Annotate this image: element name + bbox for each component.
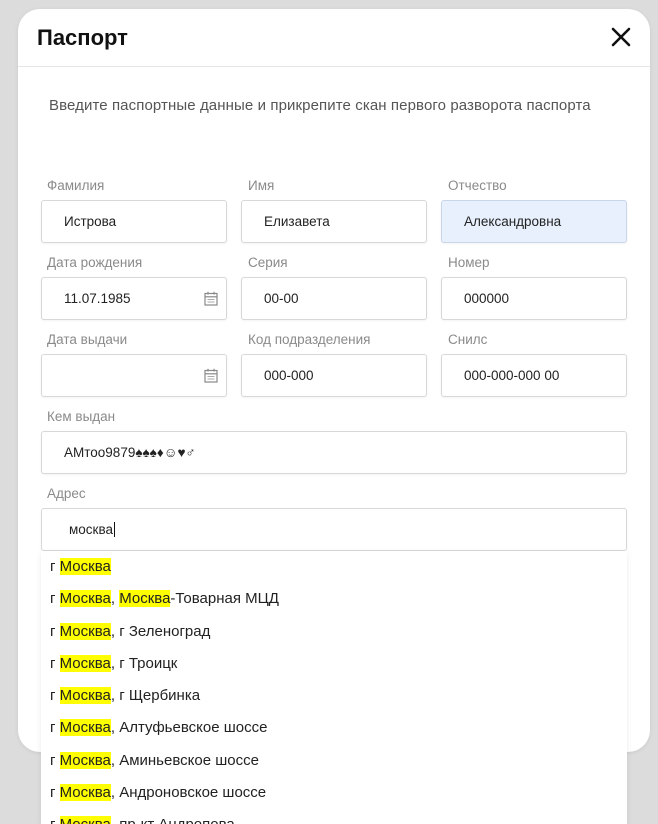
calendar-icon[interactable] — [204, 368, 218, 383]
snils-label: Снилс — [448, 332, 488, 347]
suggestion-item[interactable]: г Москва, Москва-Товарная МЦД — [41, 583, 627, 615]
suggestion-text: , — [110, 590, 120, 608]
suggestion-match: Москва — [59, 719, 111, 737]
suggestion-prefix: г — [50, 590, 60, 608]
suggestion-text: , пр-кт Андропова — [111, 816, 235, 824]
division-code-input[interactable]: 000-000 — [241, 354, 427, 397]
suggestion-item[interactable]: г Москва, Алтуфьевское шоссе — [41, 712, 627, 744]
suggestion-match: Москва — [59, 622, 111, 640]
birth-date-label: Дата рождения — [47, 255, 143, 270]
suggestion-item[interactable]: г Москва, Андроновское шоссе — [41, 777, 627, 809]
series-input[interactable]: 00-00 — [241, 277, 427, 320]
issued-by-input[interactable]: АМтоо9879♠♠♠♦☺♥♂ — [41, 431, 627, 474]
suggestion-match: Москва — [59, 558, 111, 575]
suggestion-match: Москва — [59, 816, 111, 824]
text-cursor — [113, 522, 115, 537]
number-input[interactable]: 000000 — [441, 277, 627, 320]
suggestion-text: , Алтуфьевское шоссе — [110, 719, 268, 737]
suggestion-text: , г Зеленоград — [110, 622, 211, 640]
address-value: москва — [69, 522, 113, 537]
snils-value: 000-000-000 00 — [464, 368, 560, 383]
surname-value: Истрова — [64, 214, 117, 229]
suggestion-item[interactable]: г Москва, г Зеленоград — [41, 616, 627, 648]
birth-date-input[interactable]: 11.07.1985 — [41, 277, 227, 320]
suggestion-match: Москва — [59, 784, 111, 802]
suggestion-match: Москва — [59, 654, 111, 672]
issue-date-input[interactable] — [41, 354, 227, 397]
suggestion-item[interactable]: г Москва, пр-кт Андропова — [41, 809, 627, 824]
snils-input[interactable]: 000-000-000 00 — [441, 354, 627, 397]
suggestion-item[interactable]: г Москва — [41, 551, 627, 583]
patronymic-input[interactable]: Александровна — [441, 200, 627, 243]
suggestion-prefix: г — [50, 654, 60, 672]
suggestion-prefix: г — [50, 687, 60, 705]
modal-subtitle: Введите паспортные данные и прикрепите с… — [49, 97, 591, 114]
issue-date-label: Дата выдачи — [47, 332, 128, 347]
suggestion-item[interactable]: г Москва, г Щербинка — [41, 680, 627, 712]
patronymic-label: Отчество — [448, 178, 507, 193]
suggestion-prefix: г — [50, 784, 60, 802]
name-value: Елизавета — [264, 214, 330, 229]
suggestion-match: Москва — [59, 590, 111, 608]
suggestion-prefix: г — [50, 816, 60, 824]
modal-header: Паспорт — [18, 9, 650, 67]
suggestion-text: , г Щербинка — [110, 687, 201, 705]
issued-by-label: Кем выдан — [47, 409, 116, 424]
surname-label: Фамилия — [47, 178, 105, 193]
name-label: Имя — [248, 178, 275, 193]
close-icon — [611, 27, 631, 47]
suggestion-prefix: г — [50, 558, 60, 575]
number-value: 000000 — [464, 291, 510, 306]
suggestion-prefix: г — [50, 719, 60, 737]
name-input[interactable]: Елизавета — [241, 200, 427, 243]
patronymic-value: Александровна — [464, 214, 562, 229]
suggestion-text: , Аминьевское шоссе — [110, 751, 259, 769]
suggestion-text: -Товарная МЦД — [170, 590, 279, 608]
suggestion-item[interactable]: г Москва, г Троицк — [41, 648, 627, 680]
surname-input[interactable]: Истрова — [41, 200, 227, 243]
address-label: Адрес — [47, 486, 86, 501]
suggestion-text: , г Троицк — [110, 654, 178, 672]
division-code-label: Код подразделения — [248, 332, 371, 347]
division-code-value: 000-000 — [264, 368, 314, 383]
number-label: Номер — [448, 255, 490, 270]
suggestion-match: Москва — [59, 687, 111, 705]
suggestion-text: , Андроновское шоссе — [110, 784, 267, 802]
suggestion-prefix: г — [50, 622, 60, 640]
suggestion-match: Москва — [119, 590, 171, 608]
issued-by-value: АМтоо9879♠♠♠♦☺♥♂ — [64, 445, 196, 460]
suggestion-item[interactable]: г Москва, Аминьевское шоссе — [41, 745, 627, 777]
address-input[interactable]: москва — [41, 508, 627, 551]
birth-date-value: 11.07.1985 — [64, 291, 131, 306]
series-label: Серия — [248, 255, 288, 270]
suggestion-match: Москва — [59, 751, 111, 769]
calendar-icon[interactable] — [204, 291, 218, 306]
series-value: 00-00 — [264, 291, 299, 306]
address-suggestions: г Москва г Москва, Москва-Товарная МЦД г М… — [41, 551, 627, 824]
modal-title: Паспорт — [37, 25, 128, 50]
suggestion-prefix: г — [50, 751, 60, 769]
close-button[interactable] — [610, 26, 632, 48]
